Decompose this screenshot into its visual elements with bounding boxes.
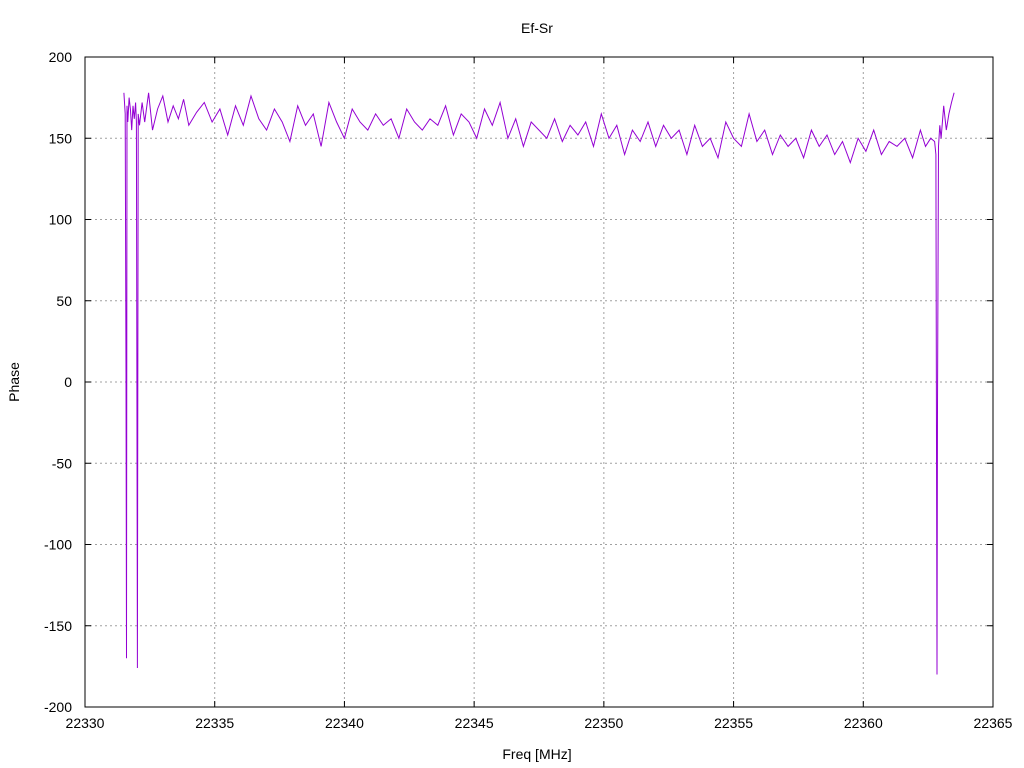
x-tick-label: 22330 xyxy=(66,715,105,731)
y-tick-label: 100 xyxy=(49,212,73,228)
y-tick-label: 50 xyxy=(56,293,72,309)
x-tick-label: 22335 xyxy=(195,715,234,731)
x-tick-label: 22360 xyxy=(844,715,883,731)
chart-title: Ef-Sr xyxy=(521,20,553,36)
y-tick-label: 200 xyxy=(49,49,73,65)
y-tick-label: -50 xyxy=(52,455,72,471)
y-axis-label: Phase xyxy=(6,362,22,402)
x-tick-label: 22340 xyxy=(325,715,364,731)
x-tick-label: 22355 xyxy=(714,715,753,731)
y-tick-label: -200 xyxy=(44,699,72,715)
x-axis-label: Freq [MHz] xyxy=(502,746,571,762)
y-tick-label: -150 xyxy=(44,618,72,634)
x-tick-label: 22350 xyxy=(584,715,623,731)
x-tick-label: 22365 xyxy=(974,715,1013,731)
chart-background xyxy=(0,0,1024,768)
y-tick-label: 0 xyxy=(64,374,72,390)
x-tick-label: 22345 xyxy=(455,715,494,731)
y-tick-label: -100 xyxy=(44,537,72,553)
y-tick-label: 150 xyxy=(49,130,73,146)
phase-chart: 22330 22335 22340 22345 22350 22355 22360 22365… xyxy=(0,0,1024,768)
